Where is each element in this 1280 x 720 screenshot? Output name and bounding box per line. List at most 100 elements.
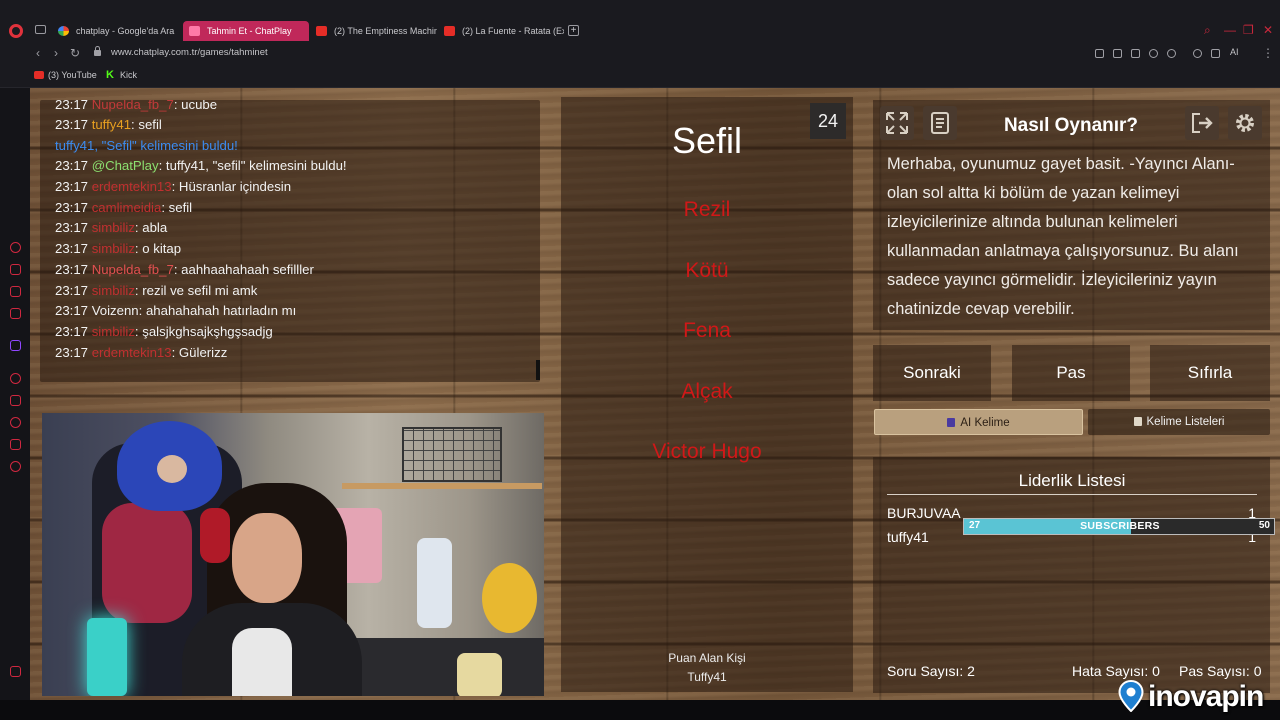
chat-username[interactable]: Voizenn [92, 303, 139, 318]
reload-icon[interactable]: ↻ [70, 44, 80, 62]
bookmark-youtube[interactable]: (3) YouTube [34, 70, 97, 80]
kick-icon: K [106, 69, 114, 81]
chat-text: sefil [168, 200, 193, 215]
browser-tab-bar: chatplay - Google'da Ara Tahmin Et - Cha… [0, 0, 1280, 44]
exit-button[interactable] [1185, 106, 1219, 140]
chat-timestamp: 23:17 [55, 241, 89, 256]
chat-username[interactable]: tuffy41 [92, 117, 131, 132]
scorer-name: Tuffy41 [687, 670, 727, 684]
location-pin-icon [1118, 680, 1144, 712]
pass-button[interactable]: Pas [1012, 345, 1130, 401]
settings-icon[interactable] [10, 461, 21, 472]
bookmark-kick[interactable]: K Kick [106, 69, 138, 81]
gear-icon [1236, 114, 1254, 132]
bookmarks-bar: (3) YouTube K Kick [0, 64, 1280, 88]
chat-message: 23:17 erdemtekin13: Gülerizz [55, 345, 227, 360]
water-bottle [417, 538, 452, 628]
messenger-icon[interactable] [10, 286, 21, 297]
leaderboard-panel [873, 457, 1270, 693]
twitch-icon[interactable] [10, 340, 21, 351]
list-icon [1133, 417, 1142, 426]
tab-label: (2) The Emptiness Machin [334, 26, 437, 36]
download-icon[interactable] [1211, 49, 1220, 58]
subscriber-goal: 50 [1258, 520, 1270, 531]
back-icon[interactable]: ‹ [36, 44, 40, 62]
fullscreen-icon [886, 112, 908, 134]
chat-username[interactable]: @ChatPlay [92, 158, 159, 173]
chat-timestamp: 23:17 [55, 345, 89, 360]
chat-message: tuffy41, "Sefil" kelimesini buldu! [55, 138, 238, 153]
chat-username[interactable]: Nupelda_fb_7 [92, 262, 174, 277]
word-lists-button[interactable]: Kelime Listeleri [1088, 409, 1270, 435]
jar [457, 653, 502, 696]
player-icon[interactable] [1149, 49, 1158, 58]
chat-username[interactable]: simbiliz [92, 241, 135, 256]
history-icon[interactable] [10, 417, 21, 428]
chat-text: şalsjkghsajkşhgşsadjg [142, 324, 273, 339]
chat-timestamp: 23:17 [55, 303, 89, 318]
tab-youtube-la-fuente[interactable]: (2) La Fuente - Ratata (Ext [438, 21, 564, 41]
bookmark-label: Kick [120, 70, 138, 80]
chat-timestamp: 23:17 [55, 117, 89, 132]
heart-icon[interactable] [1167, 49, 1176, 58]
how-to-play-text: Merhaba, oyunumuz gayet basit. -Yayıncı … [887, 155, 1239, 318]
snapshot-icon[interactable] [1113, 49, 1122, 58]
streamer-face [232, 513, 302, 603]
ai-word-label: AI Kelime [960, 417, 1010, 429]
reset-button[interactable]: Sıfırla [1150, 345, 1270, 401]
chat-username[interactable]: simbiliz [92, 220, 135, 235]
chat-username[interactable]: erdemtekin13 [92, 179, 172, 194]
streamer-shirt [232, 628, 292, 696]
minimize-icon[interactable]: — [1224, 24, 1236, 36]
forbidden-word: Fena [683, 319, 731, 342]
chat-username[interactable]: camlimeidia [92, 200, 162, 215]
shield-icon[interactable] [1131, 49, 1140, 58]
forward-icon[interactable]: › [54, 44, 58, 62]
chat-scrollbar[interactable] [536, 360, 540, 380]
chat-text: ucube [181, 100, 218, 112]
new-tab-button[interactable]: + [568, 25, 579, 36]
exit-icon [1192, 113, 1213, 133]
close-icon[interactable]: ✕ [1263, 24, 1273, 36]
tab-youtube-emptiness[interactable]: (2) The Emptiness Machin [310, 21, 437, 41]
maximize-icon[interactable]: ❐ [1243, 24, 1254, 36]
ai-word-button[interactable]: AI Kelime [874, 409, 1083, 435]
chat-username[interactable]: simbiliz [92, 283, 135, 298]
forbidden-word: Victor Hugo [652, 440, 762, 463]
google-icon [58, 26, 69, 36]
next-button[interactable]: Sonraki [873, 345, 991, 401]
pass-count: Pas Sayısı: 0 [1179, 663, 1262, 679]
url-field[interactable]: www.chatplay.com.tr/games/tahminet [111, 47, 268, 58]
chat-message: 23:17 simbiliz: abla [55, 220, 167, 235]
pin-icon[interactable] [1095, 49, 1104, 58]
menu-more-icon[interactable]: ⋮ [1262, 46, 1274, 60]
tab-google-search[interactable]: chatplay - Google'da Ara [52, 21, 180, 41]
rgb-lamp [87, 618, 127, 696]
player-icon[interactable] [10, 373, 21, 384]
account-icon[interactable] [1193, 49, 1202, 58]
gx-icon[interactable] [10, 666, 21, 677]
search-tabs-icon[interactable]: ⌕ [1204, 24, 1211, 36]
gmail-icon[interactable] [10, 308, 21, 319]
opera-logo-icon[interactable] [9, 24, 23, 38]
tab-switcher-icon[interactable] [35, 25, 46, 34]
aria-icon[interactable] [10, 242, 21, 253]
chat-text: aahhaahahaah sefilller [181, 262, 314, 277]
settings-button[interactable] [1228, 106, 1262, 140]
notes-button[interactable] [923, 106, 957, 140]
tab-chatplay[interactable]: Tahmin Et - ChatPlay [183, 21, 309, 41]
chat-separator: : [171, 179, 179, 194]
chat-username[interactable]: simbiliz [92, 324, 135, 339]
fullscreen-button[interactable] [880, 106, 914, 140]
bookmark-icon[interactable] [10, 395, 21, 406]
chat-username[interactable]: Nupelda_fb_7 [92, 100, 174, 112]
chat-timestamp: 23:17 [55, 283, 89, 298]
extensions-icon[interactable] [10, 439, 21, 450]
chat-username[interactable]: erdemtekin13 [92, 345, 172, 360]
aria-ai-button[interactable]: AI [1230, 47, 1239, 57]
shopping-icon[interactable] [10, 264, 21, 275]
bottom-strip [0, 700, 1280, 720]
forbidden-word: Rezil [683, 198, 731, 221]
chat-message: 23:17 simbiliz: şalsjkghsajkşhgşsadjg [55, 324, 273, 339]
shelf [342, 483, 542, 489]
